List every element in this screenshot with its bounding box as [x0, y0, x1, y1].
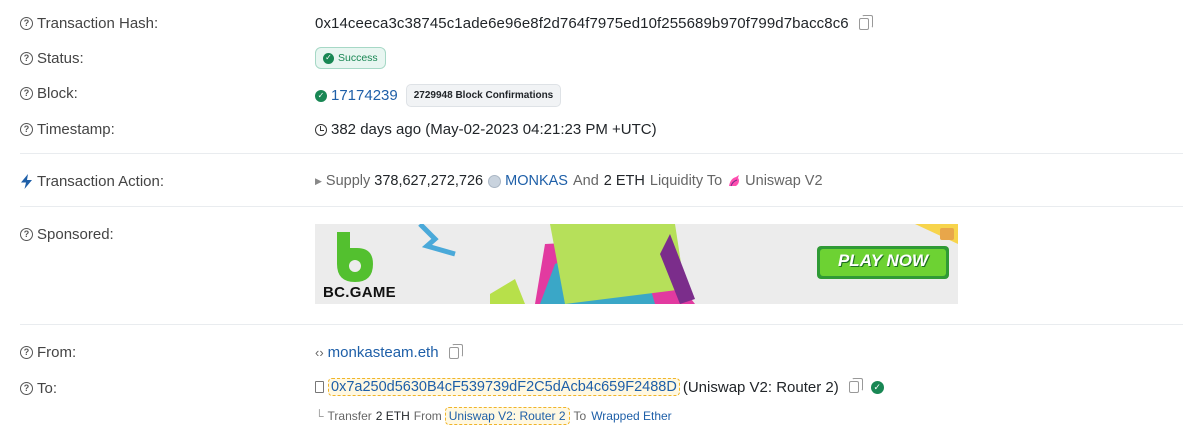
row-status: ? Status: ✓ Success — [0, 46, 1200, 72]
row-to: ? To: 0x7a250d5630B4cF539739dF2C5dAcb4c6… — [0, 376, 1200, 402]
help-icon[interactable]: ? — [20, 17, 33, 30]
to-label: To: — [37, 380, 58, 397]
transaction-hash-value-group: 0x14ceeca3c38745c1ade6e96e8f2d764f7975ed… — [315, 14, 873, 32]
sponsored-banner[interactable]: BC.GAME PLAY NOW — [315, 224, 958, 304]
transaction-action-value-group: ▶ Supply 378,627,272,726 MONKAS And 2 ET… — [315, 173, 823, 189]
from-value-group: ‹› monkasteam.eth — [315, 343, 463, 361]
help-icon[interactable]: ? — [20, 123, 33, 136]
to-value-group: 0x7a250d5630B4cF539739dF2C5dAcb4c659F248… — [315, 378, 884, 396]
to-label-group: ? To: — [20, 380, 57, 397]
caret-right-icon[interactable]: ▶ — [315, 176, 322, 187]
banner-brand: BC.GAME — [323, 284, 396, 301]
timestamp-value-group: 382 days ago (May-02-2023 04:21:23 PM +U… — [315, 121, 657, 138]
code-brackets-icon: ‹› — [315, 345, 324, 360]
transfer-to-label: To — [573, 409, 587, 423]
transaction-hash-label-group: ? Transaction Hash: — [20, 15, 158, 32]
copy-icon[interactable] — [858, 14, 873, 30]
to-address-link[interactable]: 0x7a250d5630B4cF539739dF2C5dAcb4c659F248… — [328, 378, 680, 396]
transaction-action-label: Transaction Action: — [37, 173, 165, 190]
help-icon[interactable]: ? — [20, 52, 33, 65]
block-finalized-icon: ✓ — [315, 89, 327, 102]
action-eth-amount: 2 ETH — [603, 173, 645, 189]
clock-icon — [315, 123, 327, 136]
action-amount: 378,627,272,726 — [374, 173, 484, 189]
copy-icon[interactable] — [848, 378, 863, 393]
token-icon — [488, 174, 502, 188]
transaction-action-label-group: Transaction Action: — [20, 173, 164, 190]
row-transaction-hash: ? Transaction Hash: 0x14ceeca3c38745c1ad… — [0, 12, 1200, 36]
action-and-text: And — [572, 173, 599, 189]
help-icon[interactable]: ? — [20, 382, 33, 395]
action-liquidity-text: Liquidity To — [649, 173, 723, 189]
sponsored-label: Sponsored: — [37, 226, 114, 243]
uniswap-unicorn-icon — [727, 174, 741, 188]
help-icon[interactable]: ? — [20, 346, 33, 359]
lightning-icon — [21, 174, 32, 189]
transfer-from-link[interactable]: Uniswap V2: Router 2 — [444, 407, 570, 425]
action-protocol: Uniswap V2 — [745, 173, 823, 189]
transfer-from-label: From — [413, 409, 442, 423]
status-label-group: ? Status: — [20, 50, 84, 67]
help-icon[interactable]: ? — [20, 228, 33, 241]
help-icon[interactable]: ? — [20, 87, 33, 100]
row-timestamp: ? Timestamp: 382 days ago (May-02-2023 0… — [0, 118, 1200, 142]
token-link[interactable]: MONKAS — [505, 173, 568, 189]
status-label: Status: — [37, 50, 84, 67]
copy-icon[interactable] — [448, 343, 463, 359]
divider — [20, 206, 1183, 207]
row-block: ? Block: ✓ 17174239 2729948 Block Confir… — [0, 82, 1200, 108]
verified-contract-icon: ✓ — [870, 380, 884, 394]
transaction-hash-value: 0x14ceeca3c38745c1ade6e96e8f2d764f7975ed… — [315, 15, 849, 32]
divider — [20, 324, 1183, 325]
divider — [20, 153, 1183, 154]
status-badge: ✓ Success — [315, 47, 386, 69]
tree-corner-icon: └ — [315, 409, 324, 423]
block-label: Block: — [37, 85, 78, 102]
timestamp-label-group: ? Timestamp: — [20, 121, 115, 138]
from-address-link[interactable]: monkasteam.eth — [328, 344, 439, 361]
transaction-hash-label: Transaction Hash: — [37, 15, 159, 32]
from-label-group: ? From: — [20, 344, 76, 361]
contract-file-icon — [315, 381, 324, 393]
block-value-group: ✓ 17174239 2729948 Block Confirmations — [315, 84, 562, 107]
internal-transfer-group: └ Transfer 2 ETH From Uniswap V2: Router… — [315, 407, 672, 425]
row-internal-transfer: └ Transfer 2 ETH From Uniswap V2: Router… — [0, 405, 1200, 425]
transfer-to-link[interactable]: Wrapped Ether — [591, 409, 672, 423]
status-text: Success — [338, 52, 378, 64]
action-verb: Supply — [325, 173, 371, 189]
transfer-amount: 2 ETH — [375, 409, 410, 423]
block-confirmations-badge: 2729948 Block Confirmations — [405, 84, 562, 107]
row-transaction-action: Transaction Action: ▶ Supply 378,627,272… — [0, 170, 1200, 194]
play-now-button[interactable]: PLAY NOW — [817, 251, 949, 271]
transfer-prefix: Transfer — [327, 409, 372, 423]
block-label-group: ? Block: — [20, 85, 78, 102]
from-label: From: — [37, 344, 77, 361]
sponsored-label-group: ? Sponsored: — [20, 226, 114, 243]
timestamp-value: 382 days ago (May-02-2023 04:21:23 PM +U… — [331, 121, 657, 138]
row-from: ? From: ‹› monkasteam.eth — [0, 341, 1200, 365]
timestamp-label: Timestamp: — [37, 121, 115, 138]
status-value-group: ✓ Success — [315, 47, 386, 69]
check-circle-icon: ✓ — [323, 52, 334, 64]
to-contract-name: (Uniswap V2: Router 2) — [682, 378, 839, 396]
block-number-link[interactable]: 17174239 — [331, 87, 398, 104]
